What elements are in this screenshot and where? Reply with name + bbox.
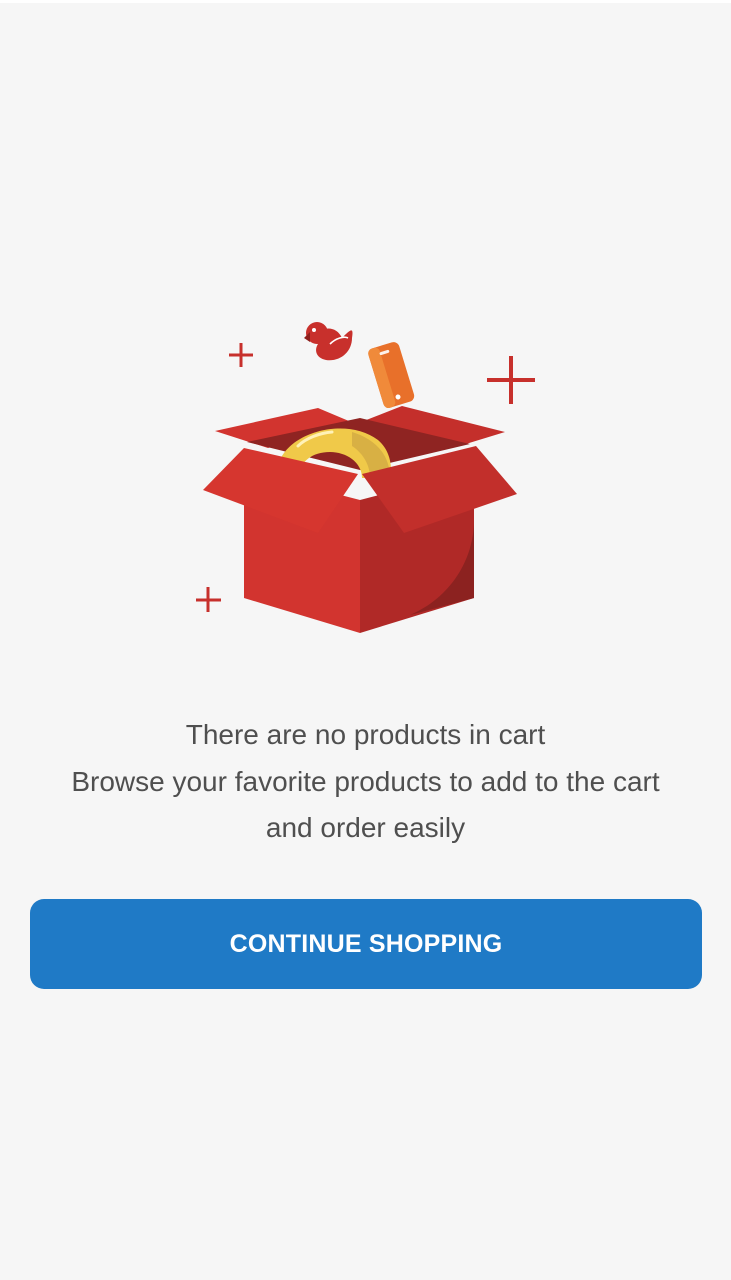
sparkle-icon [487,356,535,404]
empty-cart-message: There are no products in cart Browse you… [20,712,711,852]
empty-cart-hint-line-2: and order easily [265,812,466,843]
empty-cart-title: There are no products in cart [185,719,546,750]
continue-shopping-label: CONTINUE SHOPPING [229,929,503,958]
sparkle-icon [196,587,221,612]
duck-toy-icon [304,322,353,361]
sparkle-icon [229,343,253,367]
continue-shopping-button[interactable]: CONTINUE SHOPPING [30,899,702,989]
phone-toy-icon [368,342,415,409]
empty-cart-view: There are no products in cart Browse you… [0,0,731,1280]
open-gift-box-icon [196,322,535,633]
empty-cart-hint-line-1: Browse your favorite products to add to … [71,765,660,797]
